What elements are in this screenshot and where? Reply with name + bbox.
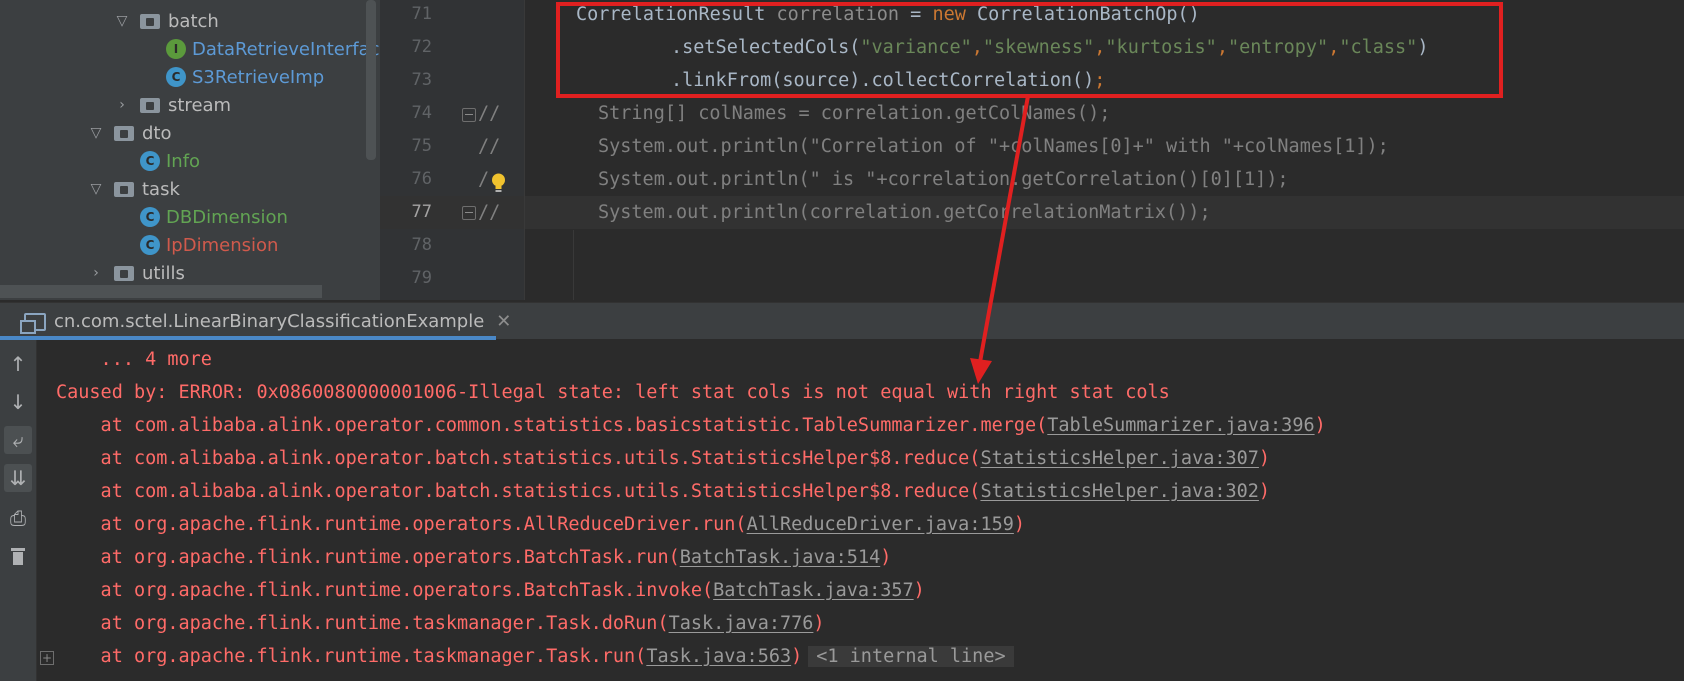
close-icon[interactable]: ✕ [496,311,511,332]
tree-horizontal-scrollbar[interactable] [0,285,322,298]
lightbulb-icon[interactable] [490,172,507,194]
source-link[interactable]: StatisticsHelper.java:307 [980,448,1258,469]
source-link[interactable]: BatchTask.java:514 [680,547,880,568]
code-line-77: // [478,202,501,223]
console-line-more: ... 4 more [56,349,212,370]
tree-item-utills[interactable]: utills [114,258,185,288]
source-link[interactable]: Task.java:563 [646,646,791,667]
chevron-right-icon[interactable]: › [86,258,106,288]
class-icon: C [140,207,160,227]
stack-frame: at org.apache.flink.runtime.taskmanager.… [56,613,825,634]
stack-frame: at com.alibaba.alink.operator.batch.stat… [56,448,1271,469]
line-number: 78 [411,235,432,255]
run-panel-header: cn.com.sctel.LinearBinaryClassificationE… [0,302,1684,339]
chevron-down-icon[interactable]: ▽ [86,174,106,204]
folder-icon [114,265,134,281]
indent-guide [524,0,525,300]
class-icon: C [166,67,186,87]
chevron-down-icon[interactable]: ▽ [112,6,132,36]
console-icon [20,312,46,334]
trash-icon[interactable] [4,542,32,570]
code-line-75-text: System.out.println("Correlation of "+col… [598,136,1389,157]
stack-frame: at org.apache.flink.runtime.taskmanager.… [56,640,1014,673]
folder-icon [114,125,134,141]
stack-frame: at org.apache.flink.runtime.operators.Al… [56,514,1026,535]
up-arrow-icon[interactable]: ↑ [4,350,32,378]
code-line-75: // [478,136,501,157]
print-icon[interactable]: ⎙ [4,504,32,532]
tree-item-batch[interactable]: batch [140,6,219,36]
line-number: 75 [411,136,432,156]
line-number: 72 [411,37,432,57]
project-tree: ▽ batch I DataRetrieveInterfac C S3Retri… [0,0,380,300]
line-number-current: 77 [411,202,432,222]
scroll-to-end-icon[interactable]: ⇊ [4,464,32,492]
internal-lines-fold[interactable]: <1 internal line> [808,646,1014,667]
line-number: 76 [411,169,432,189]
tree-item-dataretrieveinterface[interactable]: I DataRetrieveInterfac [166,34,380,64]
line-number: 79 [411,268,432,288]
class-icon: C [140,151,160,171]
tree-item-task[interactable]: task [114,174,180,204]
run-tab-label: cn.com.sctel.LinearBinaryClassificationE… [54,311,485,332]
indent-guide [573,230,574,300]
class-icon: C [140,235,160,255]
folder-icon [114,181,134,197]
folder-icon [140,13,160,29]
source-link[interactable]: StatisticsHelper.java:302 [980,481,1258,502]
source-link[interactable]: TableSummarizer.java:396 [1047,415,1314,436]
chevron-right-icon[interactable]: › [112,90,132,120]
tree-item-dto[interactable]: dto [114,118,172,148]
source-link[interactable]: AllReduceDriver.java:159 [747,514,1014,535]
tree-item-s3retrieveimp[interactable]: C S3RetrieveImp [166,62,324,92]
soft-wrap-icon[interactable]: ⤶ [4,426,32,454]
stack-frame: at com.alibaba.alink.operator.batch.stat… [56,481,1271,502]
interface-icon: I [166,39,186,59]
stack-frame: at com.alibaba.alink.operator.common.sta… [56,415,1326,436]
stack-frame: at org.apache.flink.runtime.operators.Ba… [56,547,892,568]
line-number: 74 [411,103,432,123]
fold-marker-icon[interactable] [462,206,476,220]
fold-marker-icon[interactable] [462,108,476,122]
tree-item-info[interactable]: C Info [140,146,200,176]
tree-item-stream[interactable]: stream [140,90,231,120]
console-line-caused-by: Caused by: ERROR: 0x0860080000001006-Ill… [56,382,1170,403]
source-link[interactable]: BatchTask.java:357 [713,580,913,601]
code-line-77-text: System.out.println(correlation.getCorrel… [598,202,1211,223]
line-number: 73 [411,70,432,90]
annotation-highlight-box [556,2,1503,98]
line-number: 71 [411,4,432,24]
stack-frame: at org.apache.flink.runtime.operators.Ba… [56,580,925,601]
folder-icon [140,97,160,113]
code-line-76: / [478,169,490,190]
tree-item-dbdimension[interactable]: C DBDimension [140,202,288,232]
code-line-76-text: System.out.println(" is "+correlation.ge… [598,169,1289,190]
tree-vertical-scrollbar[interactable] [366,0,376,160]
code-line-74-text: String[] colNames = correlation.getColNa… [598,103,1111,124]
source-link[interactable]: Task.java:776 [669,613,814,634]
down-arrow-icon[interactable]: ↓ [4,388,32,416]
code-line-74: // [478,103,501,124]
run-toolbar: ↑ ↓ ⤶ ⇊ ⎙ [0,340,37,681]
chevron-down-icon[interactable]: ▽ [86,118,106,148]
tree-item-ipdimension[interactable]: C IpDimension [140,230,278,260]
run-tab[interactable]: cn.com.sctel.LinearBinaryClassificationE… [20,303,511,340]
expand-icon[interactable]: + [40,651,54,665]
